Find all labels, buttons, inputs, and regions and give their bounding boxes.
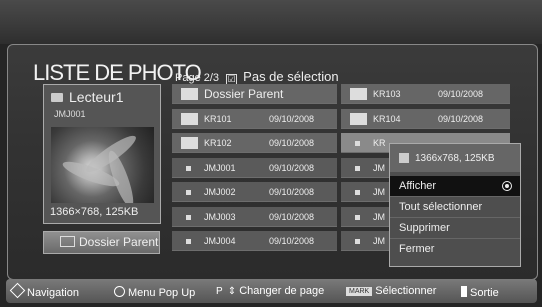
item-date: 09/10/2008 [269,236,315,246]
item-name: JM [373,236,385,246]
parent-folder-label: Dossier Parent [79,235,159,249]
item-name: KR102 [204,138,232,148]
item-name: JMJ001 [204,162,236,173]
parent-folder-button[interactable]: Dossier Parent [43,231,160,254]
photo-file-icon [355,214,360,220]
photo-file-icon [186,239,191,244]
parent-folder-icon [60,236,75,247]
photo-file-icon [355,165,360,171]
item-name: KR104 [373,113,401,124]
folder-icon [181,137,198,149]
page-key-icon: P [216,286,223,297]
item-date: 09/10/2008 [269,113,315,124]
item-date: 09/10/2008 [269,187,315,197]
grid-item-jmj001[interactable]: JMJ001 09/10/2008 [172,157,337,178]
mark-key-icon: MARK [346,287,373,296]
item-name: JMJ002 [204,187,236,197]
help-select-label: Sélectionner [375,285,437,297]
folder-icon [181,112,198,125]
help-select: MARK Sélectionner [346,285,436,297]
preview-filename: JMJ001 [54,109,86,119]
item-date: 09/10/2008 [438,113,484,124]
page-updown-icon: ⇕ [227,286,237,297]
photo-file-icon [355,141,360,146]
navigation-arrows-icon [9,282,26,299]
photo-thumbnail [51,127,154,203]
radio-selected-icon [502,181,512,191]
folder-icon [350,112,367,125]
bottom-help-bar: Navigation Menu Pop Up P ⇕ Changer de pa… [6,279,537,303]
item-name: JM [373,187,385,197]
page-number: Page 2/3 [175,72,220,84]
photo-file-icon [355,190,360,195]
item-date: 09/10/2008 [269,211,315,222]
popup-menu: 1366x768, 125KB Afficher Tout sélectionn… [389,143,521,267]
grid-item-kr102[interactable]: KR102 09/10/2008 [172,133,337,153]
menu-item-label: Supprimer [399,222,450,234]
photo-file-icon [186,165,191,171]
item-name: KR101 [204,113,232,124]
menu-item-select-all[interactable]: Tout sélectionner [390,197,520,218]
page-info: Page 2/3 ☑ Pas de sélection [175,69,339,85]
grid-item-kr103[interactable]: KR103 09/10/2008 [341,84,510,104]
grid-item-dossier-parent[interactable]: Dossier Parent [172,84,337,104]
item-name: KR [373,138,386,148]
menu-item-label: Afficher [399,180,437,192]
parent-folder-icon [181,88,198,100]
device-name: Lecteur1 [69,89,124,105]
item-name: KR103 [373,89,401,99]
menu-item-close[interactable]: Fermer [390,239,520,260]
item-name: JMJ004 [204,236,236,246]
menu-item-afficher[interactable]: Afficher [390,176,520,197]
help-navigation-label: Navigation [27,287,79,299]
photo-file-icon [186,214,191,220]
item-name: JM [373,162,385,173]
item-name: JM [373,211,385,222]
grid-item-kr104[interactable]: KR104 09/10/2008 [341,108,510,129]
enter-button-icon [114,286,125,297]
grid-item-kr101[interactable]: KR101 09/10/2008 [172,108,337,129]
help-menu: Menu Pop Up [114,285,195,299]
item-name: Dossier Parent [204,87,284,101]
top-band [0,0,542,44]
item-date: 09/10/2008 [438,89,484,99]
popup-header: 1366x768, 125KB [390,144,520,172]
grid-item-jmj002[interactable]: JMJ002 09/10/2008 [172,182,337,202]
exit-icon [461,286,467,297]
help-page-label: Changer de page [239,285,325,297]
help-exit-label: Sortie [470,287,499,299]
help-menu-label: Menu Pop Up [128,287,196,299]
grid-item-jmj003[interactable]: JMJ003 09/10/2008 [172,206,337,227]
preview-resolution: 1366×768, 125KB [50,206,139,218]
info-icon [399,153,409,163]
select-status: Pas de sélection [243,69,339,84]
grid-item-jmj004[interactable]: JMJ004 09/10/2008 [172,231,337,251]
popup-header-text: 1366x768, 125KB [415,153,495,164]
item-name: JMJ003 [204,211,236,222]
folder-icon [350,88,367,100]
menu-item-label: Fermer [399,243,435,255]
item-date: 09/10/2008 [269,162,315,173]
preview-panel: Lecteur1 JMJ001 1366×768, 125KB [43,84,161,224]
help-navigation: Navigation [9,282,79,299]
photo-file-icon [186,190,191,195]
usb-device-icon [51,93,63,102]
item-date: 09/10/2008 [269,138,315,148]
photo-file-icon [355,239,360,244]
help-page: P ⇕ Changer de page [216,285,324,297]
device-label: Lecteur1 [51,89,123,105]
menu-item-delete[interactable]: Supprimer [390,218,520,239]
help-exit: Sortie [461,285,499,299]
menu-item-label: Tout sélectionner [399,201,483,213]
